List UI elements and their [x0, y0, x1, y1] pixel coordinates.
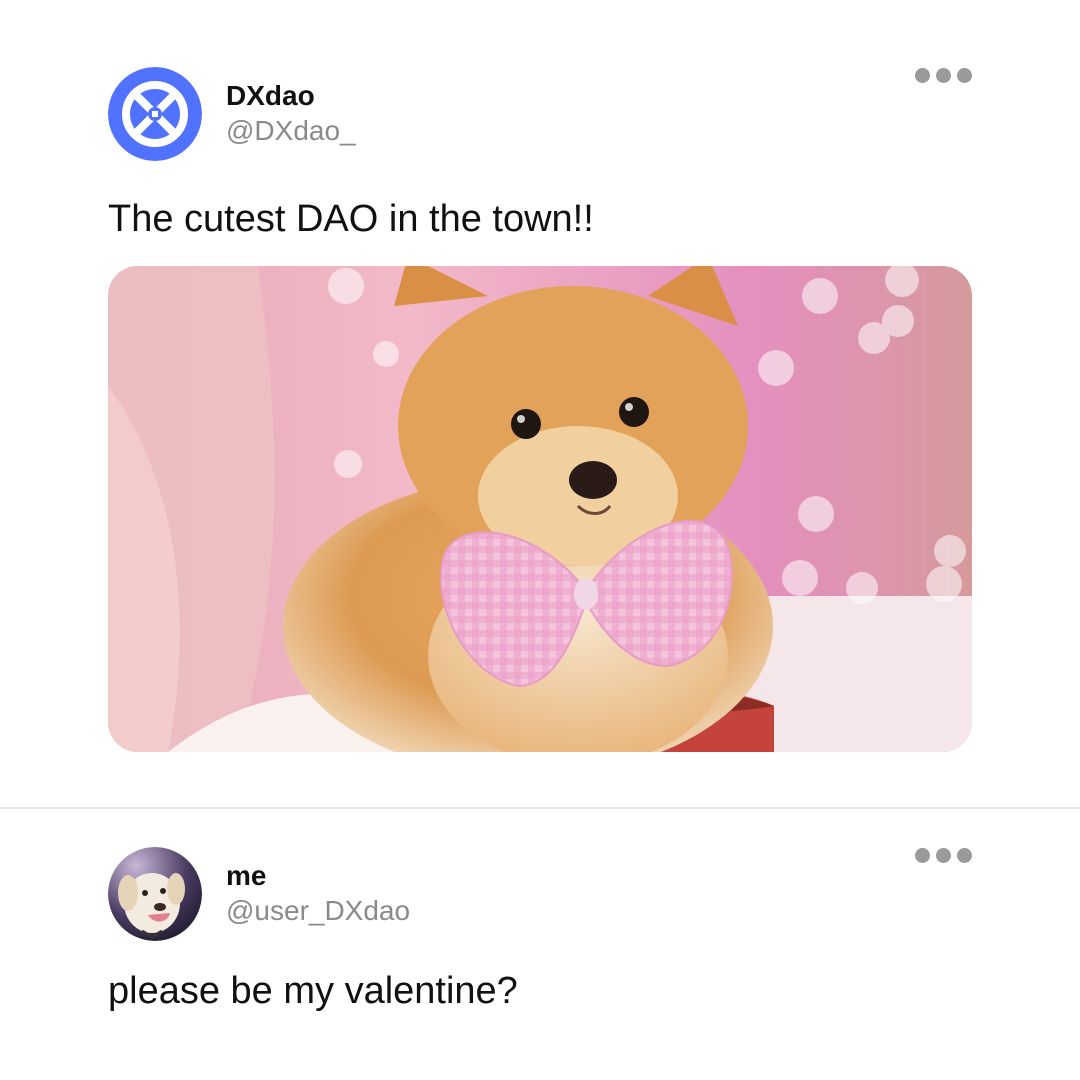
- dot: [957, 848, 972, 863]
- labrador-dog-photo: [108, 847, 202, 941]
- author-names: me @user_DXdao: [226, 859, 410, 929]
- dot: [936, 848, 951, 863]
- user-handle[interactable]: @user_DXdao: [226, 893, 410, 929]
- more-options-icon[interactable]: [915, 66, 972, 85]
- dxdao-logo-icon: [108, 67, 202, 161]
- dxdao-logo-avatar[interactable]: [108, 67, 202, 161]
- display-name[interactable]: me: [226, 859, 410, 893]
- dot: [915, 68, 930, 83]
- dot: [915, 848, 930, 863]
- user-handle[interactable]: @DXdao_: [226, 113, 356, 149]
- dot: [957, 68, 972, 83]
- dot: [936, 68, 951, 83]
- display-name[interactable]: DXdao: [226, 79, 356, 113]
- pomeranian-puppy-photo: [108, 266, 972, 752]
- post-image[interactable]: [108, 266, 972, 752]
- post-author: me @user_DXdao: [108, 846, 972, 942]
- post-text: please be my valentine?: [108, 970, 518, 1012]
- post-dxdao: DXdao @DXdao_ The cutest DAO in the town…: [108, 66, 972, 752]
- post-divider: [0, 807, 1080, 809]
- post-me: me @user_DXdao please be my valentine?: [108, 846, 972, 1014]
- post-text: The cutest DAO in the town!!: [108, 198, 594, 240]
- author-names: DXdao @DXdao_: [226, 79, 356, 149]
- labrador-avatar[interactable]: [108, 847, 202, 941]
- post-author: DXdao @DXdao_: [108, 66, 972, 162]
- more-options-icon[interactable]: [915, 846, 972, 865]
